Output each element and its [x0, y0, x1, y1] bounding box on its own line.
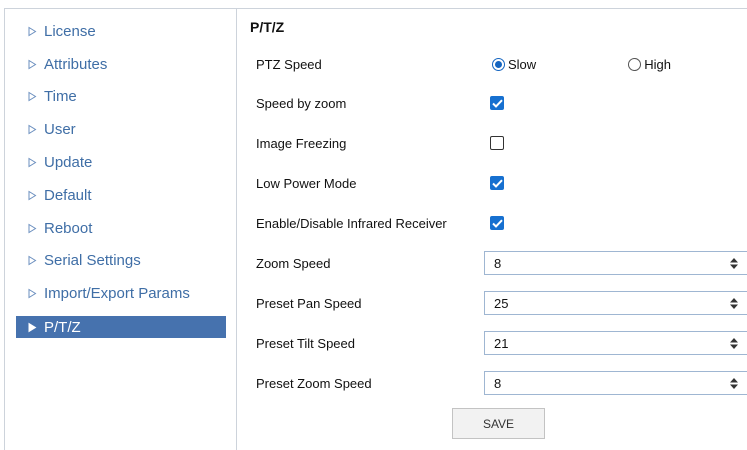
select-value: 8	[494, 255, 502, 271]
ptz-speed-radio-group: Slow High	[492, 57, 671, 72]
sidebar-item-label: License	[44, 22, 96, 40]
triangle-right-icon	[27, 223, 38, 234]
checkmark-icon	[491, 99, 503, 108]
frame-top-border	[4, 8, 747, 9]
preset-pan-speed-label: Preset Pan Speed	[256, 295, 362, 311]
sidebar-item-label: Default	[44, 186, 92, 204]
ptz-speed-slow-radio[interactable]: Slow	[492, 57, 536, 72]
panel-divider	[236, 8, 237, 450]
save-button[interactable]: SAVE	[452, 408, 545, 439]
triangle-right-icon	[27, 157, 38, 168]
ptz-speed-label: PTZ Speed	[256, 56, 322, 72]
preset-zoom-speed-row: Preset Zoom Speed 8	[256, 371, 747, 395]
sidebar-item-label: Update	[44, 154, 93, 172]
image-freezing-label: Image Freezing	[256, 135, 347, 151]
sidebar-item-label: Import/Export Params	[44, 285, 190, 303]
sidebar-item-license[interactable]: License	[16, 15, 226, 48]
sidebar-item-update[interactable]: Update	[16, 146, 226, 179]
triangle-right-icon	[27, 59, 38, 70]
up-down-arrows-icon	[730, 298, 738, 309]
sidebar-item-label: P/T/Z	[44, 318, 81, 336]
ptz-speed-row: PTZ Speed Slow High	[256, 52, 742, 76]
settings-sidebar: License Attributes Time User Update Defa…	[16, 15, 226, 339]
preset-tilt-speed-label: Preset Tilt Speed	[256, 335, 355, 351]
radio-unselected-icon	[628, 57, 642, 71]
zoom-speed-label: Zoom Speed	[256, 255, 331, 271]
speed-by-zoom-checkbox[interactable]	[490, 96, 504, 110]
sidebar-item-serial-settings[interactable]: Serial Settings	[16, 245, 226, 278]
sidebar-item-time[interactable]: Time	[16, 81, 226, 114]
triangle-right-icon	[27, 124, 38, 135]
triangle-right-icon	[27, 190, 38, 201]
up-down-arrows-icon	[730, 378, 738, 389]
sidebar-item-ptz[interactable]: P/T/Z	[16, 316, 226, 339]
sidebar-item-label: Serial Settings	[44, 252, 141, 270]
preset-pan-speed-select[interactable]: 25	[484, 291, 747, 315]
low-power-mode-row: Low Power Mode	[256, 171, 742, 195]
infrared-receiver-row: Enable/Disable Infrared Receiver	[256, 211, 742, 235]
image-freezing-checkbox[interactable]	[490, 136, 504, 150]
preset-pan-speed-row: Preset Pan Speed 25	[256, 291, 747, 315]
sidebar-item-label: Time	[44, 88, 77, 106]
radio-label: Slow	[508, 56, 537, 72]
infrared-receiver-checkbox[interactable]	[490, 216, 504, 230]
select-value: 8	[494, 375, 502, 391]
image-freezing-row: Image Freezing	[256, 131, 742, 155]
sidebar-item-import-export-params[interactable]: Import/Export Params	[16, 277, 226, 310]
preset-zoom-speed-select[interactable]: 8	[484, 371, 747, 395]
preset-tilt-speed-select[interactable]: 21	[484, 331, 747, 355]
sidebar-item-attributes[interactable]: Attributes	[16, 48, 226, 81]
triangle-right-icon	[27, 322, 38, 333]
zoom-speed-row: Zoom Speed 8	[256, 251, 747, 275]
sidebar-item-default[interactable]: Default	[16, 179, 226, 212]
triangle-right-icon	[27, 255, 38, 266]
low-power-mode-checkbox[interactable]	[490, 176, 504, 190]
sidebar-item-user[interactable]: User	[16, 113, 226, 146]
checkmark-icon	[491, 179, 503, 188]
speed-by-zoom-row: Speed by zoom	[256, 91, 742, 115]
low-power-mode-label: Low Power Mode	[256, 175, 357, 191]
sidebar-item-label: Attributes	[44, 55, 108, 73]
sidebar-item-label: Reboot	[44, 219, 93, 237]
ptz-speed-high-radio[interactable]: High	[628, 57, 671, 72]
triangle-right-icon	[27, 91, 38, 102]
triangle-right-icon	[27, 288, 38, 299]
frame-left-border	[4, 8, 5, 450]
infrared-receiver-label: Enable/Disable Infrared Receiver	[256, 215, 447, 231]
preset-tilt-speed-row: Preset Tilt Speed 21	[256, 331, 747, 355]
up-down-arrows-icon	[730, 258, 738, 269]
select-value: 21	[494, 335, 509, 351]
speed-by-zoom-label: Speed by zoom	[256, 95, 347, 111]
up-down-arrows-icon	[730, 338, 738, 349]
radio-label: High	[644, 56, 671, 72]
preset-zoom-speed-label: Preset Zoom Speed	[256, 375, 372, 391]
zoom-speed-select[interactable]: 8	[484, 251, 747, 275]
triangle-right-icon	[27, 26, 38, 37]
select-value: 25	[494, 295, 509, 311]
radio-selected-icon	[492, 57, 505, 71]
checkmark-icon	[491, 219, 503, 228]
page-title: P/T/Z	[250, 19, 285, 35]
sidebar-item-reboot[interactable]: Reboot	[16, 212, 226, 245]
sidebar-item-label: User	[44, 121, 76, 139]
